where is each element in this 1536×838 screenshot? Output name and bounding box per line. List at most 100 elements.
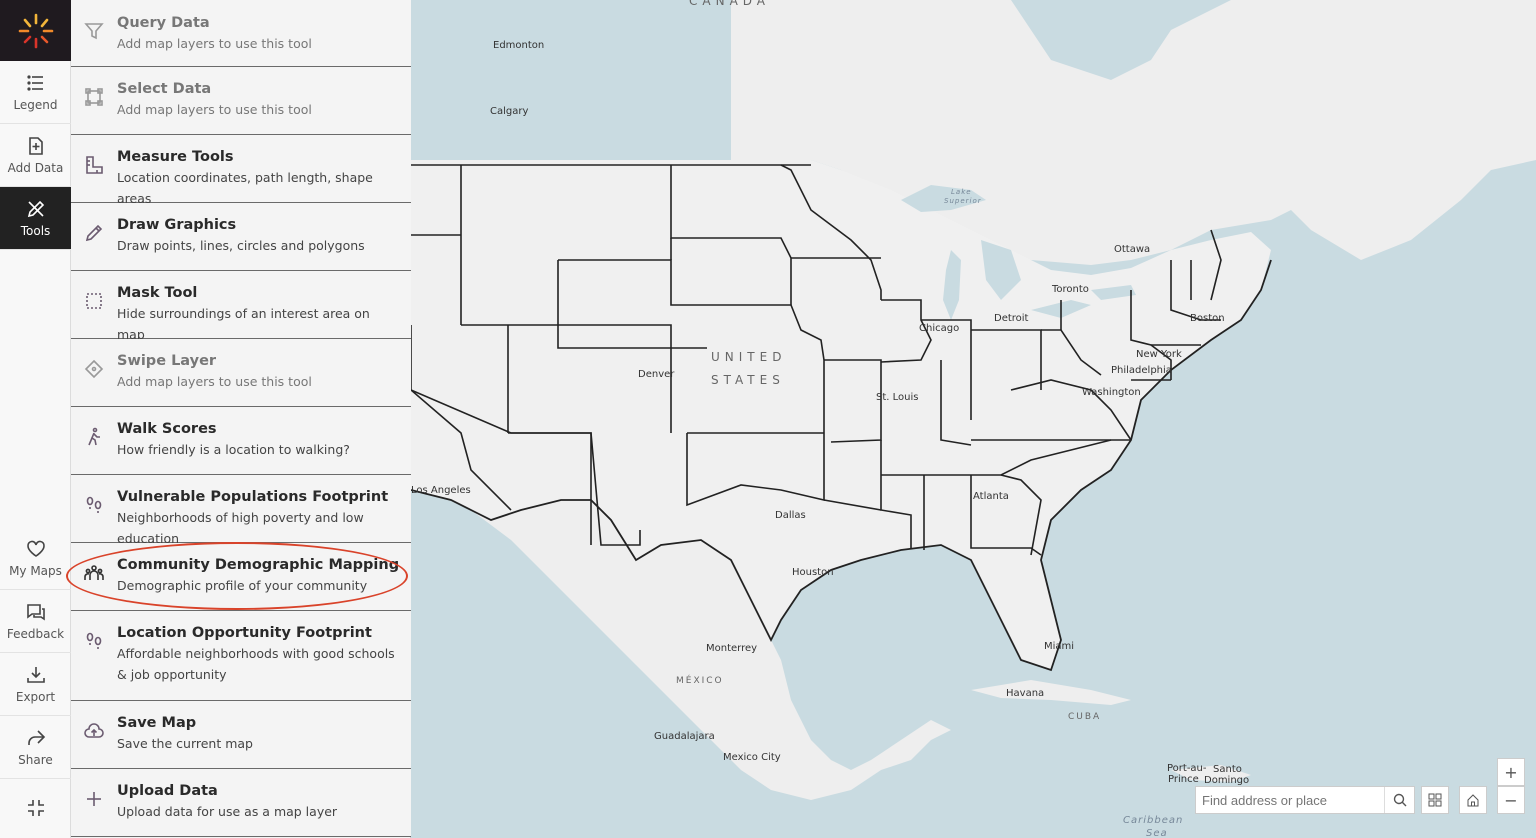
tool-select-data[interactable]: Select Data Add map layers to use this to…	[71, 67, 411, 135]
tool-desc: Save the current map	[117, 736, 253, 751]
tool-title: Community Demographic Mapping	[117, 557, 400, 573]
tool-title: Location Opportunity Footprint	[117, 625, 372, 641]
feedback-button[interactable]: Feedback	[0, 590, 71, 653]
walk-icon	[88, 427, 100, 446]
cuba-land	[971, 680, 1131, 705]
tool-save-map[interactable]: Save Map Save the current map	[71, 701, 411, 769]
city-label: Washington	[1082, 387, 1141, 398]
city-label: Ottawa	[1114, 244, 1151, 255]
map-view[interactable]: CANADA UNITED STATES MÉXICO CUBA Lake Su…	[411, 0, 1536, 838]
tool-location-opportunity[interactable]: Location Opportunity Footprint Affordable…	[71, 611, 411, 701]
plus-icon	[87, 792, 101, 806]
city-label: Mexico City	[723, 752, 781, 763]
list-icon	[26, 74, 43, 91]
tool-desc: Upload data for use as a map layer	[117, 804, 338, 819]
chat-icon	[26, 603, 45, 620]
cloud-upload-icon	[84, 723, 104, 738]
my-maps-button[interactable]: My Maps	[0, 527, 71, 590]
city-label: Guadalajara	[654, 731, 715, 742]
tool-title: Select Data	[117, 81, 212, 97]
tools-label: Tools	[20, 223, 51, 238]
tools-button[interactable]: Tools	[0, 187, 71, 250]
add-file-icon	[28, 136, 43, 155]
zoom-in-button[interactable]: +	[1497, 758, 1525, 786]
legend-label: Legend	[13, 97, 58, 112]
city-label: Prince	[1168, 774, 1199, 785]
water-label-sea: Sea	[1146, 828, 1168, 838]
city-label: Denver	[638, 369, 675, 380]
share-label: Share	[18, 752, 53, 767]
add-data-button[interactable]: Add Data	[0, 124, 71, 187]
tool-swipe-layer[interactable]: Swipe Layer Add map layers to use this to…	[71, 339, 411, 407]
water-label-superior: Superior	[944, 197, 982, 205]
city-label: St. Louis	[876, 392, 919, 403]
city-label: Santo	[1213, 764, 1242, 775]
tool-vulnerable-populations[interactable]: Vulnerable Populations Footprint Neighbor…	[71, 475, 411, 546]
tools-icon	[27, 200, 44, 217]
water-label-lake: Lake	[951, 188, 972, 196]
tool-query-data[interactable]: Query Data Add map layers to use this too…	[71, 0, 411, 67]
city-label: Havana	[1006, 688, 1045, 699]
city-label: Domingo	[1204, 775, 1250, 786]
swipe-icon	[84, 359, 104, 379]
share-button[interactable]: Share	[0, 716, 71, 779]
export-label: Export	[15, 689, 56, 704]
ruler-icon	[86, 156, 103, 174]
tool-title: Measure Tools	[117, 149, 234, 165]
region-label-united: UNITED	[711, 350, 787, 364]
city-label: Chicago	[919, 323, 960, 334]
mask-icon	[86, 293, 102, 309]
tool-upload-data[interactable]: Upload Data Upload data for use as a map …	[71, 769, 411, 837]
select-box-icon	[85, 88, 103, 106]
tool-community-demographic-mapping[interactable]: Community Demographic Mapping Demographic…	[71, 543, 411, 611]
tool-desc: Demographic profile of your community	[117, 578, 368, 593]
my-maps-label: My Maps	[9, 563, 62, 578]
city-label: Calgary	[490, 106, 529, 117]
search-button[interactable]	[1384, 787, 1414, 813]
tool-desc: How friendly is a location to walking?	[117, 442, 350, 457]
city-label: Atlanta	[973, 491, 1009, 502]
home-icon	[1467, 794, 1479, 807]
city-label: Toronto	[1052, 284, 1089, 295]
export-button[interactable]: Export	[0, 653, 71, 716]
app-logo[interactable]	[0, 0, 71, 61]
tool-desc: Draw points, lines, circles and polygons	[117, 238, 365, 253]
region-label-mexico: MÉXICO	[676, 676, 724, 686]
pencil-icon	[85, 224, 103, 242]
tool-desc: Add map layers to use this tool	[117, 374, 312, 389]
city-label: Boston	[1190, 313, 1225, 324]
city-label: Miami	[1044, 641, 1075, 652]
address-search-input[interactable]	[1196, 792, 1384, 808]
tool-title: Query Data	[117, 15, 210, 31]
tool-title: Save Map	[117, 715, 197, 731]
people-icon	[84, 565, 104, 580]
region-label-cuba: CUBA	[1068, 712, 1102, 722]
download-icon	[26, 666, 45, 683]
city-label: Port-au-	[1167, 763, 1207, 774]
address-search	[1195, 786, 1415, 814]
tools-panel: Query Data Add map layers to use this too…	[71, 0, 411, 838]
city-label: Houston	[792, 567, 834, 578]
tool-draw-graphics[interactable]: Draw Graphics Draw points, lines, circles…	[71, 203, 411, 271]
collapse-rail-button[interactable]	[0, 779, 71, 838]
region-label-states: STATES	[711, 373, 785, 387]
legend-button[interactable]: Legend	[0, 61, 71, 124]
water-label-caribbean: Caribbean	[1123, 815, 1184, 826]
basemap-gallery-button[interactable]	[1421, 786, 1449, 814]
city-label: Detroit	[994, 313, 1029, 324]
city-label: Edmonton	[493, 40, 545, 51]
tool-title: Swipe Layer	[117, 353, 217, 369]
basemap	[411, 0, 1536, 800]
zoom-out-button[interactable]: −	[1497, 786, 1525, 814]
left-rail: Legend Add Data Tools My Maps Feedback E…	[0, 0, 71, 838]
tool-measure[interactable]: Measure Tools Location coordinates, path …	[71, 135, 411, 206]
tool-walk-scores[interactable]: Walk Scores How friendly is a location to…	[71, 407, 411, 475]
filter-icon	[84, 23, 104, 40]
city-label: New York	[1136, 349, 1182, 360]
city-label: Dallas	[775, 510, 806, 521]
tool-title: Upload Data	[117, 783, 218, 799]
sunburst-logo-icon	[18, 13, 53, 48]
tool-mask[interactable]: Mask Tool Hide surroundings of an interes…	[71, 271, 411, 342]
city-label: Los Angeles	[411, 485, 471, 496]
home-button[interactable]	[1459, 786, 1487, 814]
